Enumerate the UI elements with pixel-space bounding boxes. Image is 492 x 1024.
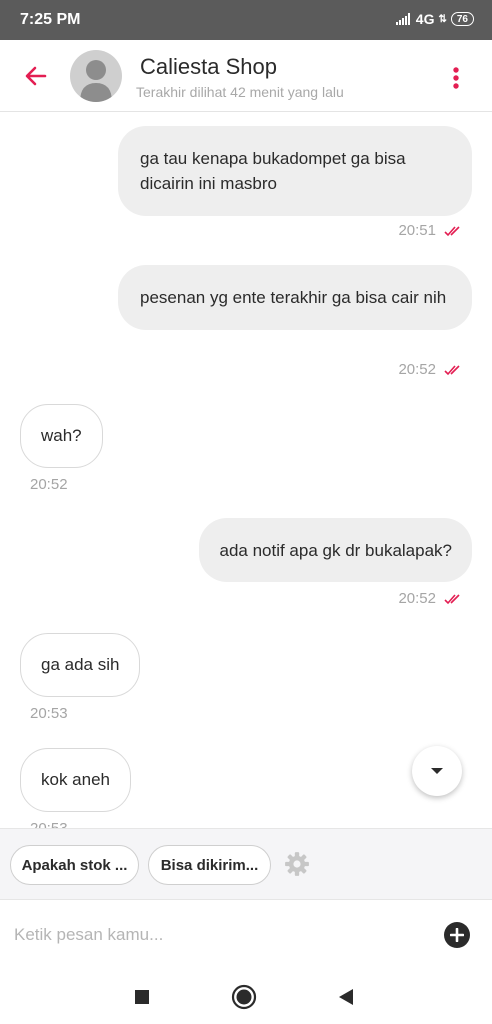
message-time: 20:53	[30, 705, 68, 722]
battery-level: 76	[456, 13, 468, 25]
home-circle-icon	[231, 984, 257, 1010]
message-input[interactable]	[14, 918, 414, 952]
quick-reply-chip[interactable]: Apakah stok ...	[10, 845, 139, 885]
avatar[interactable]	[70, 50, 122, 102]
chat-header: Caliesta Shop Terakhir dilihat 42 menit …	[0, 40, 492, 112]
person-icon	[80, 60, 112, 102]
double-check-icon	[444, 364, 460, 375]
quick-reply-label: Bisa dikirim...	[160, 856, 259, 874]
chevron-down-icon	[431, 768, 443, 774]
battery-icon: 76	[450, 12, 474, 26]
message-meta: 20:52	[398, 590, 462, 607]
more-vertical-icon	[453, 67, 459, 89]
message-bubble-incoming[interactable]: ga ada sih	[20, 633, 141, 697]
message-bubble-outgoing[interactable]: pesenan yg ente terakhir ga bisa cair ni…	[118, 265, 472, 330]
message-time: 20:53	[30, 820, 68, 828]
home-button[interactable]	[229, 982, 259, 1012]
message-text: ga ada sih	[41, 655, 120, 674]
arrow-left-icon	[25, 66, 47, 86]
back-nav-button[interactable]	[331, 982, 361, 1012]
scroll-down-button[interactable]	[412, 746, 462, 796]
system-nav-bar	[0, 970, 492, 1024]
add-attachment-button[interactable]	[444, 922, 470, 948]
network-label: 4G	[415, 11, 435, 27]
quick-reply-bar: Apakah stok ... Bisa dikirim...	[0, 828, 492, 900]
chat-screen: 7:25 PM 4G ⇅ 76 Caliesta Shop Terakhir d…	[0, 0, 492, 1024]
double-check-icon	[444, 593, 460, 604]
message-composer	[0, 900, 492, 970]
message-meta: 20:51	[398, 222, 462, 239]
message-time: 20:52	[398, 361, 436, 378]
signal-icon	[395, 13, 410, 25]
message-bubble-outgoing[interactable]: ga tau kenapa bukadompet ga bisa dicairi…	[118, 126, 472, 216]
last-seen-text: Terakhir dilihat 42 menit yang lalu	[136, 84, 344, 100]
message-meta: 20:52	[398, 361, 462, 378]
double-check-icon	[444, 225, 460, 236]
message-time: 20:52	[398, 590, 436, 607]
data-arrows-icon: ⇅	[438, 13, 447, 25]
message-list[interactable]: ga tau kenapa bukadompet ga bisa dicairi…	[0, 112, 492, 828]
status-time: 7:25 PM	[20, 11, 81, 28]
plus-circle-icon	[450, 928, 464, 942]
more-menu-button[interactable]	[440, 62, 472, 94]
message-time: 20:51	[398, 222, 436, 239]
status-bar: 7:25 PM 4G ⇅ 76	[0, 0, 492, 40]
back-button[interactable]	[20, 60, 52, 92]
message-text: wah?	[41, 426, 82, 445]
quick-reply-chip[interactable]: Bisa dikirim...	[148, 845, 271, 885]
message-bubble-incoming[interactable]: wah?	[20, 404, 103, 468]
square-icon	[135, 990, 149, 1004]
message-text: pesenan yg ente terakhir ga bisa cair ni…	[140, 288, 447, 307]
recents-button[interactable]	[127, 982, 157, 1012]
message-bubble-outgoing[interactable]: ada notif apa gk dr bukalapak?	[199, 518, 472, 582]
message-time: 20:52	[30, 476, 68, 493]
quick-reply-label: Apakah stok ...	[21, 856, 128, 874]
message-text: ga tau kenapa bukadompet ga bisa dicairi…	[140, 149, 406, 193]
gear-icon[interactable]	[284, 851, 310, 877]
message-bubble-incoming[interactable]: kok aneh	[20, 748, 131, 812]
chat-title[interactable]: Caliesta Shop	[140, 54, 277, 80]
message-text: kok aneh	[41, 770, 110, 789]
message-text: ada notif apa gk dr bukalapak?	[219, 540, 452, 560]
status-icons: 4G ⇅ 76	[395, 11, 474, 27]
triangle-back-icon	[339, 989, 353, 1005]
